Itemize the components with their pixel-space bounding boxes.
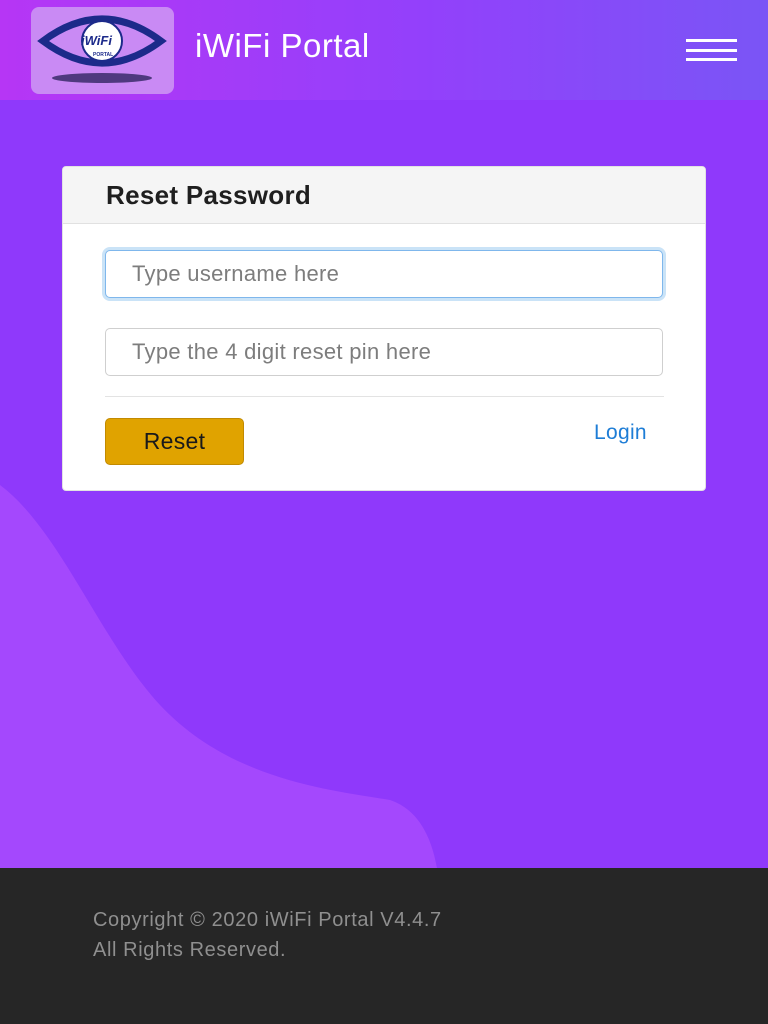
eye-logo-icon: iWiFi PORTAL (37, 15, 167, 83)
svg-text:PORTAL: PORTAL (93, 52, 113, 58)
hamburger-menu-icon[interactable] (686, 39, 737, 63)
top-navbar: iWiFi PORTAL iWiFi Portal (0, 0, 768, 100)
copyright-text: Copyright © 2020 iWiFi Portal V4.4.7 (93, 909, 442, 931)
username-input[interactable] (105, 250, 663, 298)
svg-text:iWiFi: iWiFi (81, 33, 112, 48)
app-title: iWiFi Portal (195, 27, 370, 64)
login-link[interactable]: Login (594, 421, 647, 445)
app-logo[interactable]: iWiFi PORTAL (31, 7, 174, 94)
reset-pin-input[interactable] (105, 328, 663, 376)
page-title: Reset Password (106, 180, 312, 210)
main-content: Reset Password Reset Login (0, 100, 768, 868)
rights-text: All Rights Reserved. (93, 939, 287, 961)
card-header: Reset Password (63, 167, 705, 224)
reset-password-card: Reset Password Reset Login (62, 166, 706, 491)
reset-button[interactable]: Reset (105, 418, 244, 465)
footer: Copyright © 2020 iWiFi Portal V4.4.7 All… (0, 868, 768, 1024)
form-divider (105, 396, 664, 397)
